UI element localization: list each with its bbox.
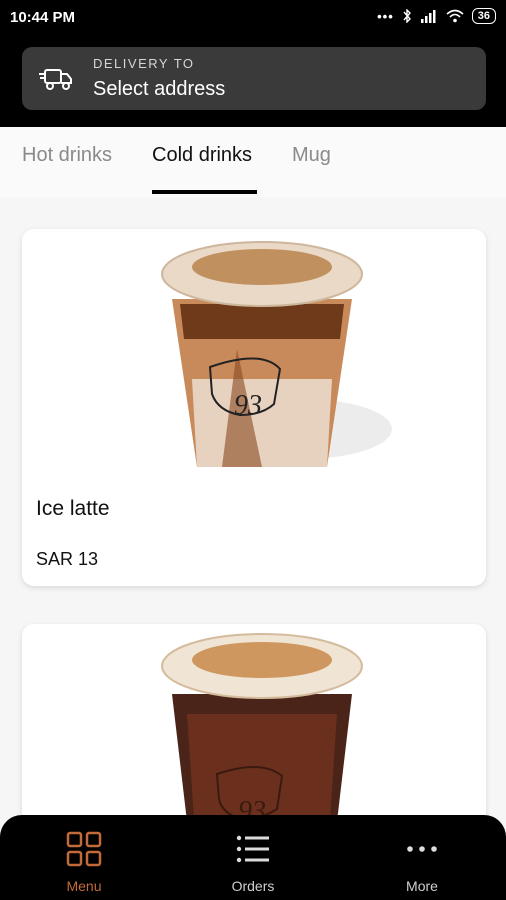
bluetooth-icon [403, 9, 411, 23]
product-name: Ice latte [36, 497, 110, 520]
battery-icon: 36 [471, 8, 496, 24]
nav-orders[interactable]: Orders [169, 815, 337, 900]
tab-cold-drinks[interactable]: Cold drinks [152, 144, 252, 167]
delivery-address-button[interactable]: DELIVERY TO Select address [22, 47, 486, 110]
list-icon [236, 835, 269, 863]
delivery-label: DELIVERY TO [93, 56, 195, 71]
cell-signal-icon [420, 10, 436, 23]
delivery-truck-icon [39, 69, 72, 90]
category-tabs: Hot drinks Cold drinks Mug [0, 127, 506, 197]
status-bar: 10:44 PM ••• 36 [0, 0, 506, 36]
status-time: 10:44 PM [10, 9, 76, 26]
notification-dots-icon: ••• [377, 8, 394, 24]
product-card[interactable]: 93 Ice latte SAR 13 [22, 229, 486, 586]
nav-menu-label: Menu [66, 878, 102, 894]
nav-more[interactable]: More [338, 815, 506, 900]
svg-text:93: 93 [234, 390, 262, 421]
nav-more-label: More [406, 878, 438, 894]
nav-menu[interactable]: Menu [0, 815, 168, 900]
product-image: 93 [22, 229, 486, 469]
nav-orders-label: Orders [231, 878, 275, 894]
tab-mug[interactable]: Mug [292, 144, 331, 167]
bottom-navigation: Menu Orders More [0, 815, 506, 900]
product-price: SAR 13 [36, 549, 99, 569]
more-icon [407, 846, 437, 852]
grid-icon [66, 831, 102, 867]
delivery-address-value: Select address [93, 78, 226, 100]
wifi-icon [446, 9, 464, 23]
status-icons: ••• 36 [377, 8, 496, 24]
active-tab-indicator [152, 190, 257, 194]
tab-hot-drinks[interactable]: Hot drinks [22, 144, 112, 167]
